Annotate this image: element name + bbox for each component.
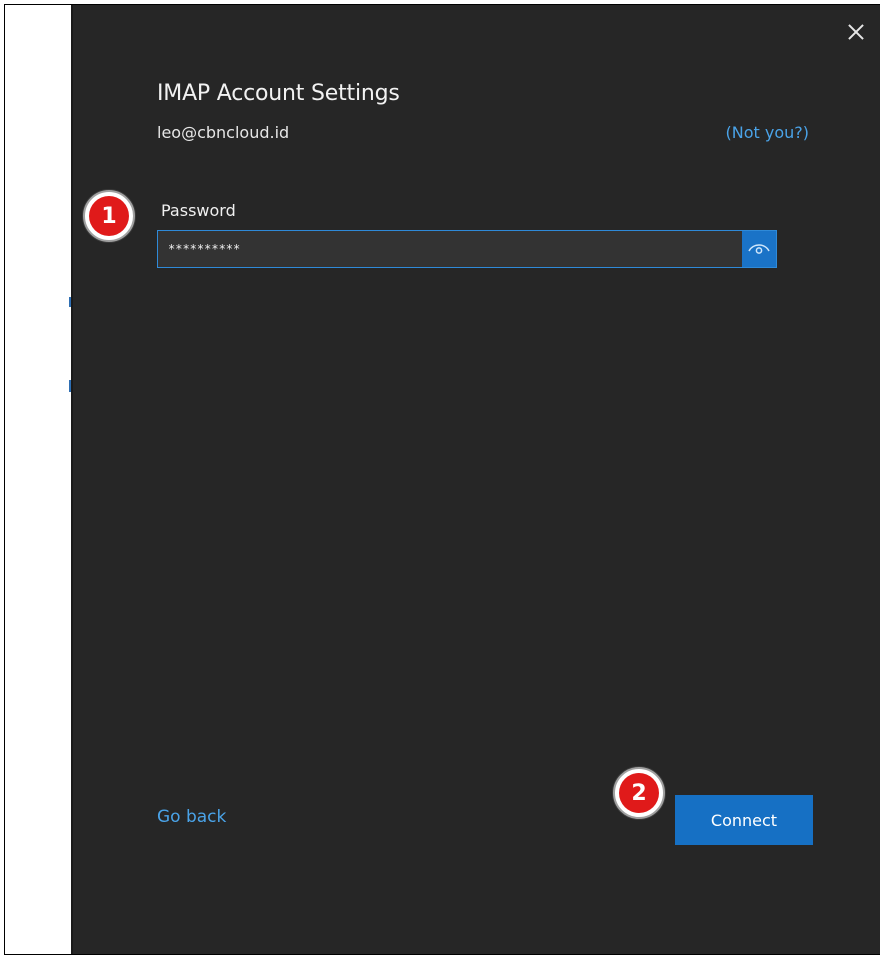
screenshot-frame: IMAP Account Settings leo@cbncloud.id (N… — [4, 4, 880, 955]
dialog-title: IMAP Account Settings — [157, 81, 400, 106]
step-1-number: 1 — [89, 196, 129, 236]
step-1-badge: 1 — [83, 190, 135, 242]
step-2-badge: 2 — [613, 767, 665, 819]
not-you-link[interactable]: (Not you?) — [726, 123, 810, 142]
background-app-edge — [5, 5, 71, 954]
connect-button[interactable]: Connect — [675, 795, 813, 845]
password-input[interactable] — [158, 231, 776, 267]
password-field — [157, 230, 777, 268]
imap-account-settings-dialog: IMAP Account Settings leo@cbncloud.id (N… — [71, 5, 880, 954]
show-password-button[interactable] — [742, 231, 776, 267]
password-label: Password — [161, 201, 236, 220]
close-icon[interactable] — [845, 21, 867, 43]
step-2-number: 2 — [619, 773, 659, 813]
eye-icon — [748, 244, 770, 254]
go-back-link[interactable]: Go back — [157, 807, 226, 827]
account-email: leo@cbncloud.id — [157, 123, 290, 142]
